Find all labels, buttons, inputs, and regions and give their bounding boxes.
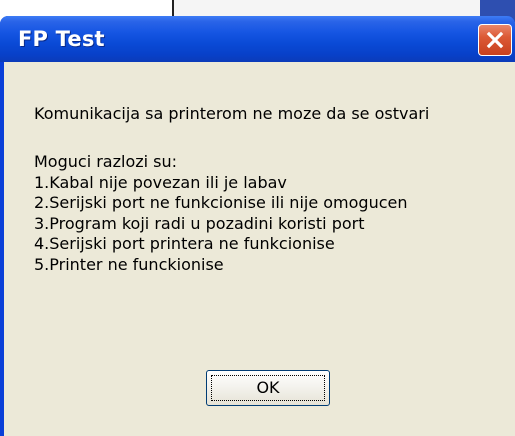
ok-button[interactable]: OK: [206, 370, 330, 406]
ok-button-label: OK: [256, 378, 280, 397]
close-button[interactable]: [478, 24, 512, 56]
reason-item: 5.Printer ne funckionise: [34, 254, 224, 274]
reasons-list: Moguci razlozi su: 1.Kabal nije povezan …: [34, 152, 408, 275]
reasons-heading: Moguci razlozi su:: [34, 152, 178, 171]
reason-item: 4.Serijski port printera ne funkcionise: [34, 234, 335, 253]
reason-item: 3.Program koji radi u pozadini koristi p…: [34, 213, 365, 233]
screen: FP Test Komunikacija sa printerom ne moz…: [0, 0, 515, 436]
title-bar[interactable]: FP Test: [0, 16, 515, 62]
dialog-body: Komunikacija sa printerom ne moze da se …: [4, 62, 515, 436]
background-panel: [174, 0, 480, 17]
message-dialog: FP Test Komunikacija sa printerom ne moz…: [0, 16, 515, 436]
close-x-icon: [485, 30, 505, 50]
error-message: Komunikacija sa printerom ne moze da se …: [34, 104, 430, 123]
window-title: FP Test: [18, 27, 105, 51]
reason-item: 1.Kabal nije povezan ili je labav: [34, 172, 287, 192]
reason-item: 2.Serijski port ne funkcionise ili nije …: [34, 193, 408, 212]
